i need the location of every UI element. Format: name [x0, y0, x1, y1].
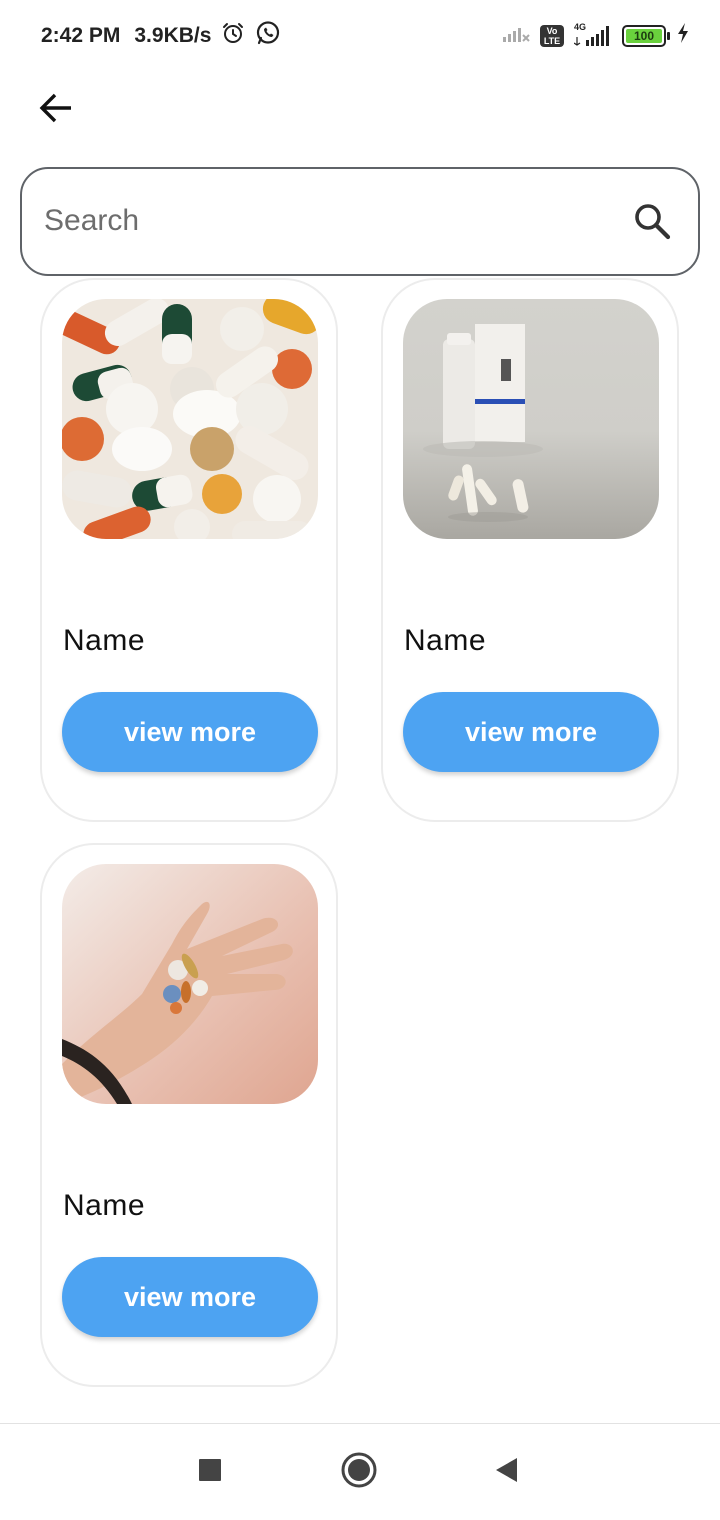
product-name: Name — [404, 624, 487, 657]
signal-muted-icon — [502, 23, 530, 48]
product-card: Name view more — [40, 278, 338, 822]
status-network-speed: 3.9KB/s — [134, 24, 212, 47]
product-card: Name view more — [381, 278, 679, 822]
recents-button[interactable] — [184, 1446, 236, 1498]
search-button[interactable] — [630, 201, 674, 245]
status-right: Vo LTE 4G 100 — [502, 22, 690, 49]
view-more-button[interactable]: view more — [62, 692, 318, 772]
product-card: Name view more — [40, 843, 338, 1387]
status-bar: 2:42 PM 3.9KB/s Vo LTE 4G 100 — [0, 0, 720, 70]
product-image-bottle — [403, 299, 659, 539]
charging-icon — [676, 22, 690, 49]
alarm-icon — [221, 21, 245, 51]
search-bar — [20, 167, 700, 276]
view-more-button[interactable]: view more — [62, 1257, 318, 1337]
back-button[interactable] — [34, 88, 78, 132]
volte-icon: Vo LTE — [540, 24, 564, 47]
arrow-left-icon — [38, 90, 74, 131]
system-back-button[interactable] — [480, 1446, 532, 1498]
search-icon — [633, 202, 671, 245]
home-button[interactable] — [333, 1446, 385, 1498]
product-image-pills — [62, 299, 318, 539]
status-left: 2:42 PM 3.9KB/s — [41, 20, 281, 52]
battery-level: 100 — [626, 28, 662, 43]
back-triangle-icon — [493, 1456, 519, 1489]
home-circle-icon — [340, 1451, 378, 1494]
product-image-hand — [62, 864, 318, 1104]
battery-icon: 100 — [622, 24, 670, 47]
view-more-button[interactable]: view more — [403, 692, 659, 772]
signal-4g-icon: 4G — [574, 22, 612, 47]
product-name: Name — [63, 624, 146, 657]
whatsapp-icon — [255, 20, 281, 52]
recents-square-icon — [197, 1457, 223, 1488]
status-time: 2:42 PM — [41, 24, 121, 47]
product-name: Name — [63, 1189, 146, 1222]
system-nav-bar — [0, 1424, 720, 1520]
search-input[interactable] — [44, 197, 604, 245]
